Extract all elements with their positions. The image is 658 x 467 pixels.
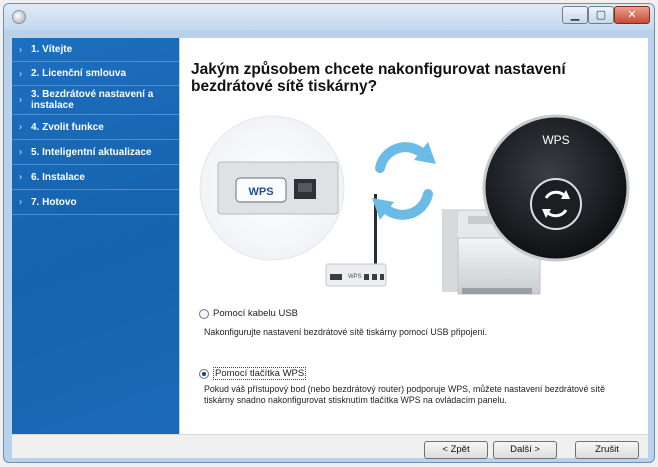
wps-button-text: WPS [248,186,273,198]
sync-arrows-icon [372,142,436,220]
chevron-right-icon: › [19,68,22,78]
sidebar-item-label: 7. Hotovo [31,196,77,208]
usb-radio-label: Pomocí kabelu USB [213,308,299,319]
cancel-button[interactable]: Zrušit [575,441,639,459]
wps-illustration: WPS WPS WPS [199,114,630,295]
chevron-right-icon: › [19,171,22,182]
button-bar: < Zpět Další > Zrušit [12,434,648,459]
close-button[interactable]: ✕ [614,6,650,24]
sidebar-item-welcome: › 1. Vítejte [12,38,179,62]
content-panel: Jakým způsobem chcete nakonfigurovat nas… [180,38,648,434]
usb-option-description: Nakonfigurujte nastavení bezdrátové sítě… [204,327,488,337]
wps-option-description: Pokud váš přístupový bod (nebo bezdrátov… [204,384,605,405]
steps-sidebar: › 1. Vítejte › 2. Licenční smlouva › 3. … [12,38,179,434]
sidebar-item-smart-update: › 5. Inteligentní aktualizace [12,140,179,165]
chevron-right-icon: › [19,146,22,157]
maximize-button[interactable]: ▢ [588,6,614,24]
sidebar-item-select-features: › 4. Zvolit funkce [12,115,179,140]
wps-option[interactable]: Pomocí tlačítka WPS [199,367,307,380]
wps-radio[interactable] [199,368,209,379]
chevron-right-icon: › [19,44,22,54]
sidebar-item-label: 6. Instalace [31,171,85,183]
title-bar[interactable]: ▁ ▢ ✕ [4,4,654,30]
sidebar-item-wireless-setup: › 3. Bezdrátové nastavení a instalace [12,86,179,115]
sidebar-item-label: 2. Licenční smlouva [31,68,127,79]
minimize-button[interactable]: ▁ [562,6,588,24]
router-wps-text: WPS [348,274,362,280]
chevron-right-icon: › [19,121,22,132]
sidebar-item-finish: › 7. Hotovo [12,190,179,215]
wps-badge: WPS [482,114,630,262]
app-icon [12,10,26,24]
sidebar-item-label: 5. Inteligentní aktualizace [31,146,152,158]
usb-radio[interactable] [199,308,209,319]
installer-window: ▁ ▢ ✕ › 1. Vítejte › 2. Licenční smlouva… [3,3,655,463]
chevron-right-icon: › [19,94,22,105]
usb-option[interactable]: Pomocí kabelu USB [199,308,298,319]
sidebar-item-label: 1. Vítejte [31,44,73,55]
sidebar-item-label: 3. Bezdrátové nastavení a instalace [31,89,154,111]
wps-badge-text: WPS [542,133,569,147]
sidebar-item-label: 4. Zvolit funkce [31,121,104,133]
back-button[interactable]: < Zpět [424,441,488,459]
router-closeup: WPS [199,115,345,261]
chevron-right-icon: › [19,196,22,207]
sidebar-item-license: › 2. Licenční smlouva [12,62,179,86]
next-button[interactable]: Další > [493,441,557,459]
wps-radio-label: Pomocí tlačítka WPS [213,367,307,380]
page-heading: Jakým způsobem chcete nakonfigurovat nas… [191,61,566,95]
sidebar-item-installation: › 6. Instalace [12,165,179,190]
